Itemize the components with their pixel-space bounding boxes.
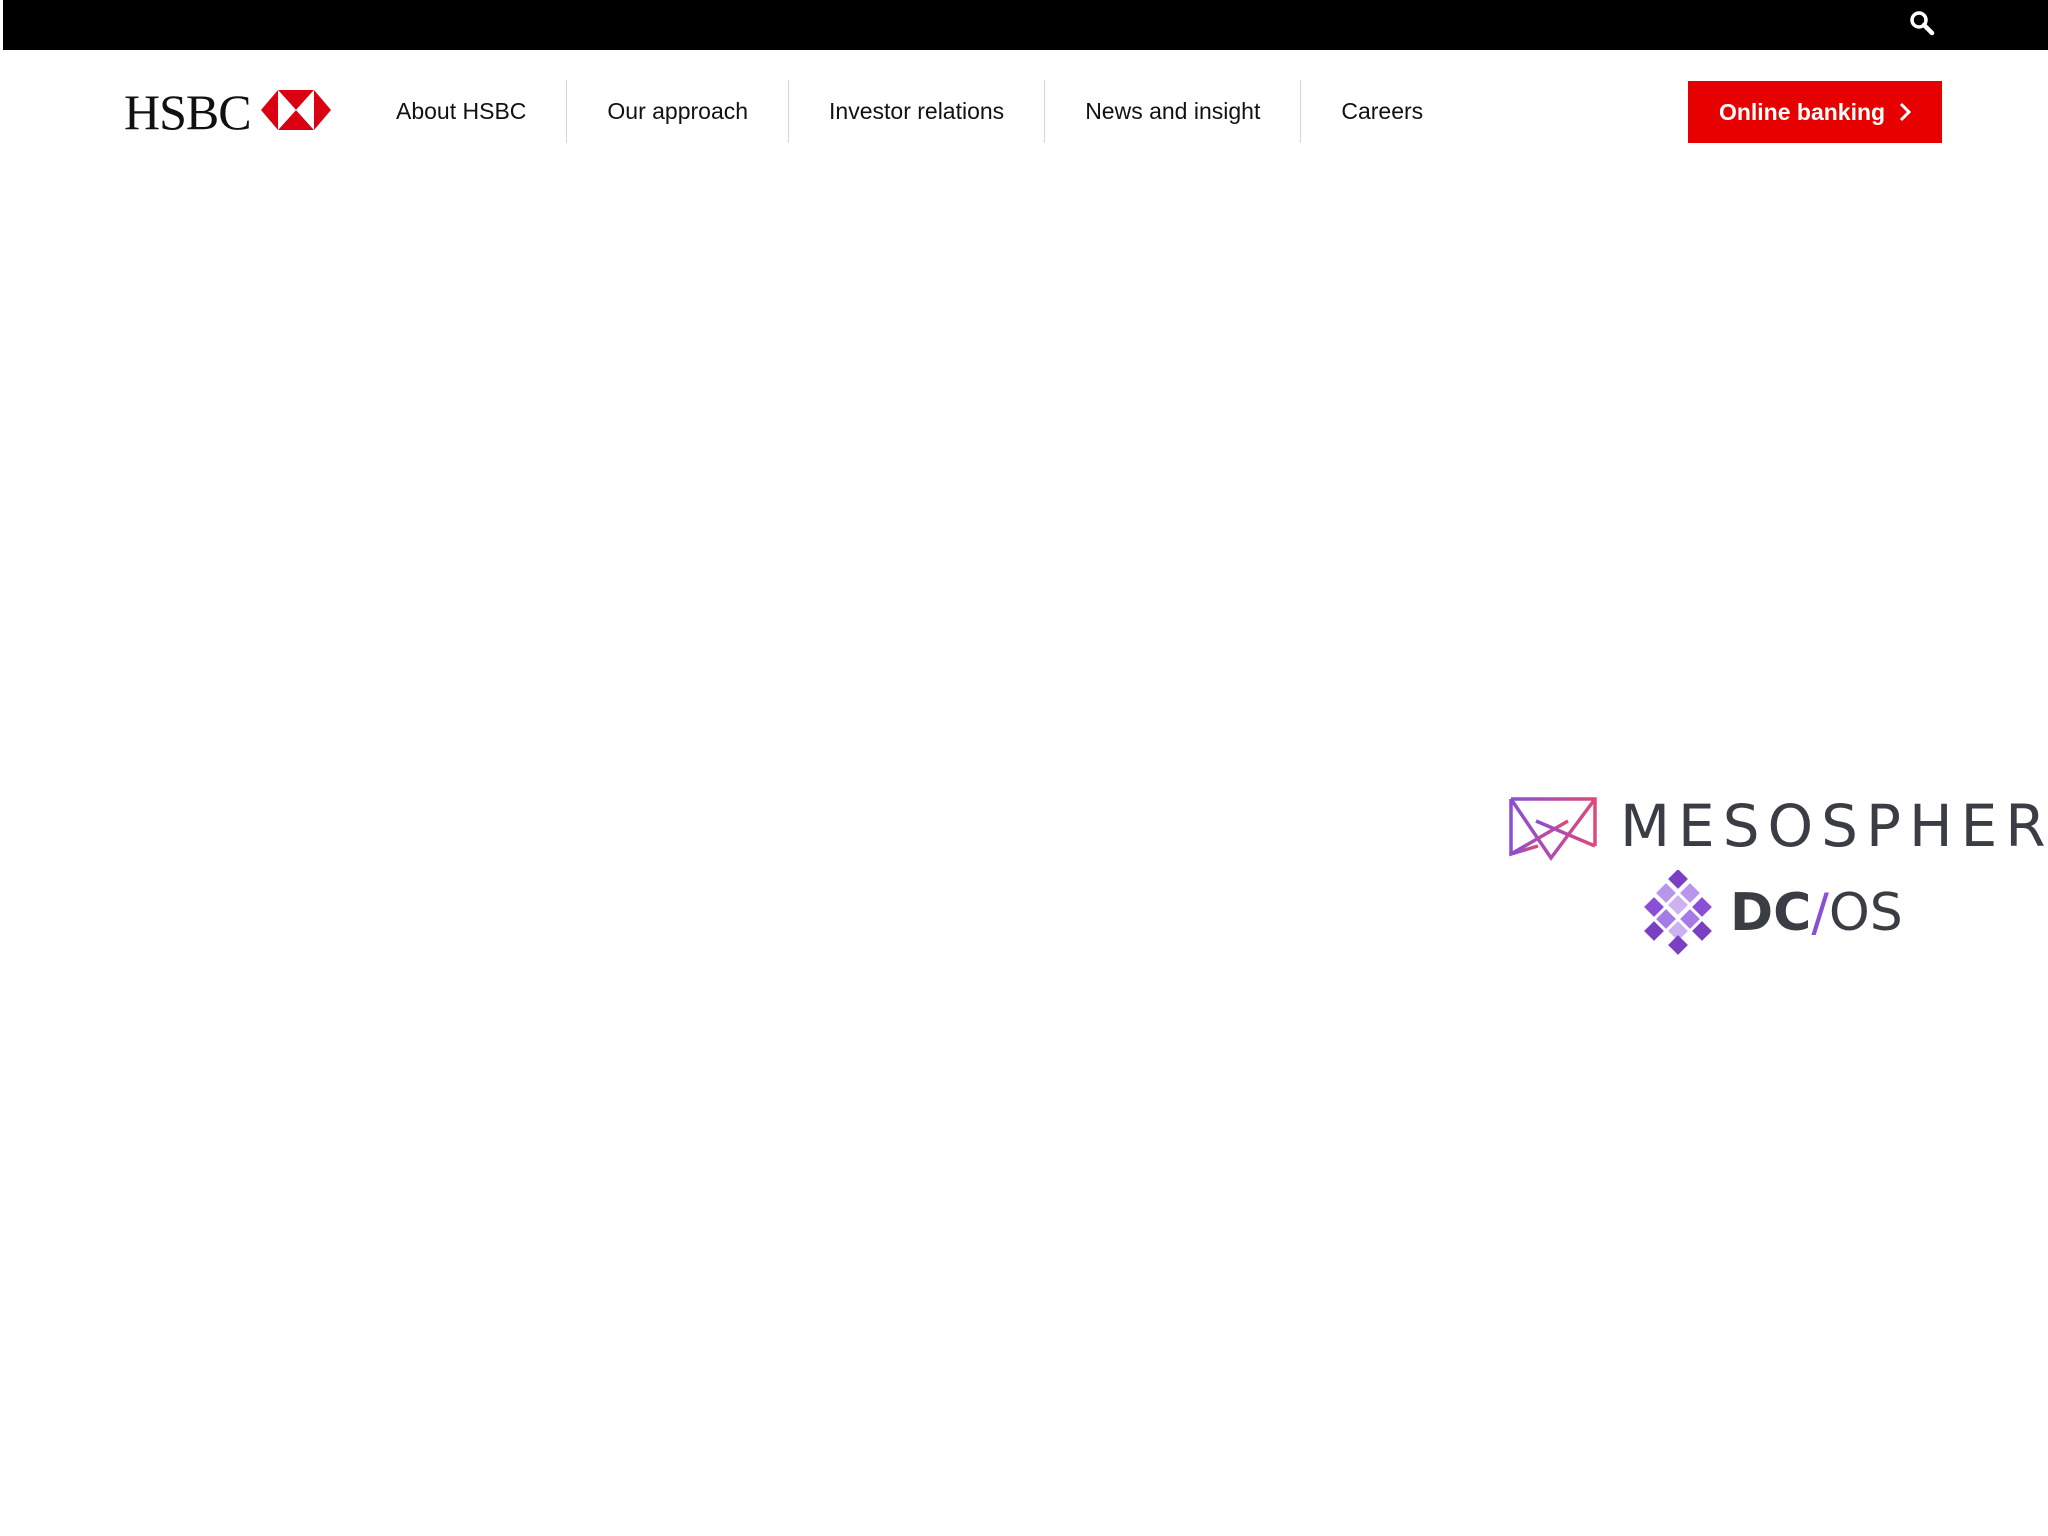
nav-our-approach[interactable]: Our approach	[567, 80, 788, 143]
top-utility-bar	[3, 0, 2048, 50]
online-banking-label: Online banking	[1718, 98, 1886, 125]
primary-nav: About HSBC Our approach Investor relatio…	[356, 80, 1463, 143]
nav-news-and-insight[interactable]: News and insight	[1045, 80, 1300, 143]
main-header: HSBC About HSBC Our approach Investor re…	[0, 50, 2048, 175]
search-icon	[1909, 10, 1935, 41]
online-banking-button[interactable]: Online banking	[1688, 81, 1942, 143]
dcos-wordmark-dc: DC	[1730, 883, 1812, 943]
logo-text: HSBC	[124, 84, 252, 140]
dcos-wordmark-slash: /	[1811, 883, 1829, 943]
hsbc-hexagon-icon	[260, 89, 331, 135]
nav-investor-relations[interactable]: Investor relations	[789, 80, 1044, 143]
mesosphere-wordmark: MESOSPHERE	[1620, 792, 2048, 860]
hsbc-logo[interactable]: HSBC	[124, 87, 331, 137]
nav-careers[interactable]: Careers	[1301, 80, 1463, 143]
chevron-right-icon	[1899, 102, 1912, 122]
mesosphere-logo: MESOSPHERE	[1508, 790, 2048, 870]
dcos-wordmark-os: OS	[1828, 883, 1903, 943]
nav-about-hsbc[interactable]: About HSBC	[356, 80, 566, 143]
dcos-logo: DC/OS	[1642, 870, 1903, 960]
search-button[interactable]	[1907, 10, 1937, 40]
dcos-wordmark: DC/OS	[1730, 885, 1903, 941]
